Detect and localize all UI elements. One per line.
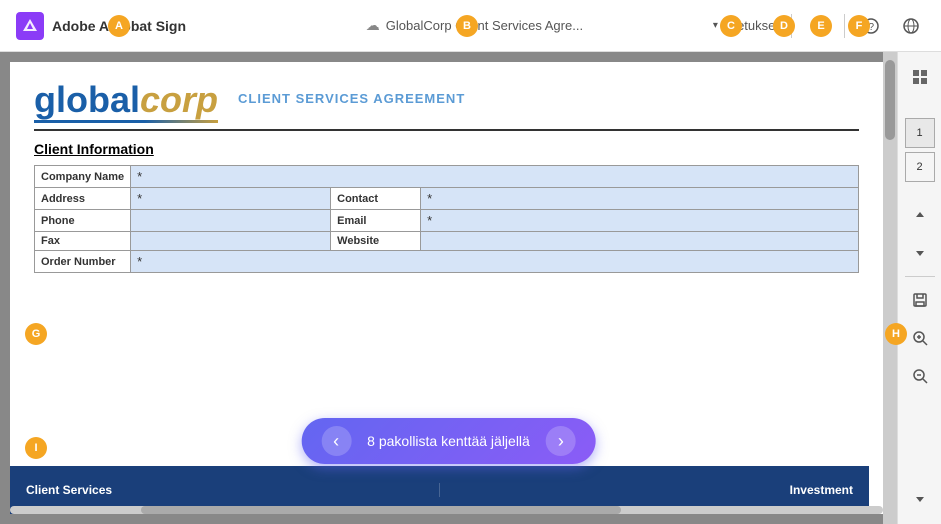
phone-label: Phone — [35, 210, 131, 232]
fax-input[interactable] — [131, 232, 331, 251]
annotation-g: G — [25, 323, 47, 345]
order-number-label: Order Number — [35, 251, 131, 273]
company-name-input[interactable]: * — [131, 166, 859, 188]
global-text: global — [34, 79, 140, 120]
scroll-up-button[interactable] — [903, 198, 937, 232]
client-info-table: Company Name * Address * Contact * Pho — [34, 165, 859, 273]
annotation-i: I — [25, 437, 47, 459]
zoom-in-button[interactable] — [903, 321, 937, 355]
email-input[interactable]: * — [421, 210, 859, 232]
sidebar-bottom — [903, 482, 937, 516]
page-2-number: 2 — [916, 161, 922, 173]
page-1-badge[interactable]: 1 — [905, 118, 935, 148]
horizontal-scrollbar-thumb[interactable] — [141, 506, 621, 514]
chevron-down-icon: ▾ — [713, 20, 718, 31]
main-layout: globalcorp CLIENT SERVICES AGREEMENT Cli… — [0, 52, 941, 524]
title-divider — [34, 129, 859, 131]
address-label: Address — [35, 188, 131, 210]
website-input[interactable] — [421, 232, 859, 251]
prev-field-button[interactable]: ‹ — [321, 426, 351, 456]
pages-grid-button[interactable] — [903, 60, 937, 94]
scroll-down-button[interactable] — [903, 236, 937, 270]
table-row: Order Number * — [35, 251, 859, 273]
order-number-input[interactable]: * — [131, 251, 859, 273]
zoom-out-button[interactable] — [903, 359, 937, 393]
horizontal-scrollbar[interactable] — [10, 506, 883, 514]
required-fields-nav: ‹ 8 pakollista kenttää jäljellä › — [301, 418, 596, 464]
annotation-e: E — [810, 15, 832, 37]
client-services-label: Client Services — [26, 483, 112, 497]
table-row: Phone Email * — [35, 210, 859, 232]
section-title: Client Information — [34, 141, 859, 157]
document-area: globalcorp CLIENT SERVICES AGREEMENT Cli… — [0, 52, 897, 524]
save-button[interactable] — [903, 283, 937, 317]
next-field-button[interactable]: › — [546, 426, 576, 456]
table-row: Fax Website — [35, 232, 859, 251]
logo-underline — [34, 120, 218, 123]
company-name-label: Company Name — [35, 166, 131, 188]
investment-col: Investment — [440, 483, 869, 497]
contact-label: Contact — [331, 188, 421, 210]
website-label: Website — [331, 232, 421, 251]
page-2-badge[interactable]: 2 — [905, 152, 935, 182]
client-services-col: Client Services — [10, 483, 440, 497]
contact-input[interactable]: * — [421, 188, 859, 210]
annotation-b: B — [456, 15, 478, 37]
email-label: Email — [331, 210, 421, 232]
right-sidebar: 1 2 — [897, 52, 941, 524]
header-divider2 — [844, 14, 845, 38]
company-logo-area: globalcorp CLIENT SERVICES AGREEMENT — [34, 82, 859, 123]
annotation-a: A — [108, 15, 130, 37]
globalcorp-logo: globalcorp — [34, 82, 218, 123]
page-down-button[interactable] — [903, 482, 937, 516]
required-fields-label: 8 pakollista kenttää jäljellä — [367, 433, 530, 449]
fax-label: Fax — [35, 232, 131, 251]
app-logo-icon — [16, 12, 44, 40]
scrollbar-thumb[interactable] — [885, 60, 895, 140]
annotation-d: D — [773, 15, 795, 37]
annotation-h: H — [885, 323, 907, 345]
sidebar-divider — [905, 276, 935, 277]
cloud-icon: ☁ — [366, 17, 380, 34]
corp-text: corp — [140, 79, 218, 120]
grid-icon — [913, 70, 927, 84]
table-row: Address * Contact * — [35, 188, 859, 210]
globe-button[interactable] — [897, 12, 925, 40]
page-content: globalcorp CLIENT SERVICES AGREEMENT Cli… — [10, 62, 883, 293]
document-title: GlobalCorp Client Services Agre... — [386, 18, 583, 33]
agreement-title: CLIENT SERVICES AGREEMENT — [238, 91, 465, 106]
investment-label: Investment — [790, 483, 853, 497]
annotation-c: C — [720, 15, 742, 37]
page-1-number: 1 — [916, 127, 922, 139]
table-row: Company Name * — [35, 166, 859, 188]
annotation-f: F — [848, 15, 870, 37]
phone-input[interactable] — [131, 210, 331, 232]
doc-vertical-scrollbar[interactable] — [883, 52, 897, 524]
address-input[interactable]: * — [131, 188, 331, 210]
